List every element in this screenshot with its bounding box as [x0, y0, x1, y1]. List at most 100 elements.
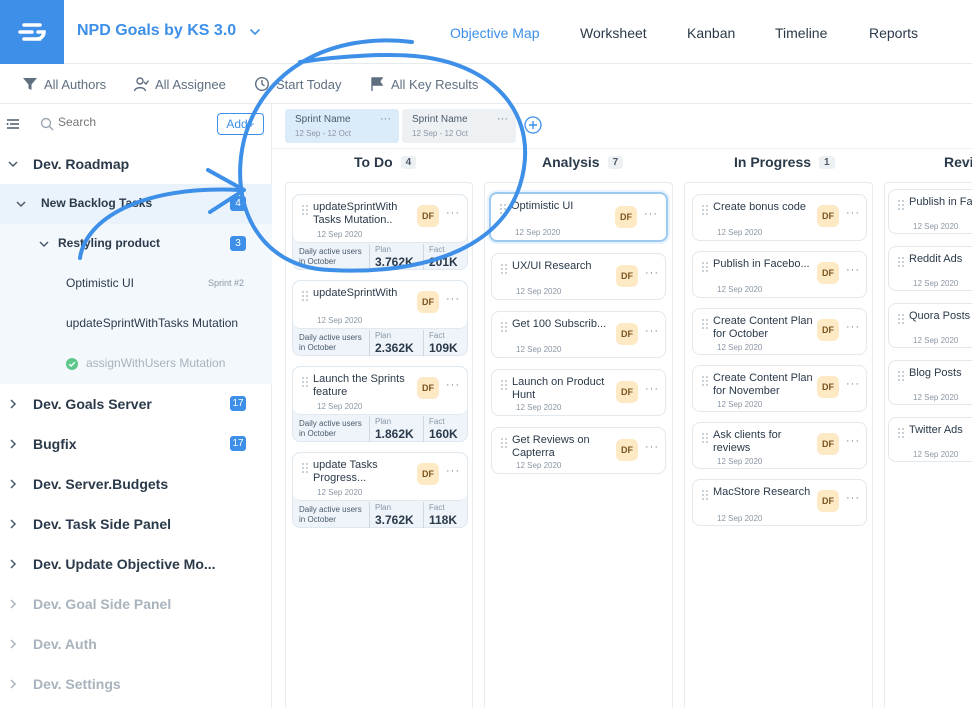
tab-worksheet[interactable]: Worksheet [580, 25, 647, 41]
project-title[interactable]: NPD Goals by KS 3.0 [77, 22, 236, 40]
avatar[interactable]: DF [817, 205, 839, 227]
more-icon[interactable]: ··· [846, 435, 860, 447]
add-sprint-icon[interactable] [524, 116, 542, 134]
tree-item-dev-auth[interactable]: Dev. Auth [0, 624, 272, 664]
more-icon[interactable]: ··· [446, 379, 460, 391]
tree-item-dev-update-objective[interactable]: Dev. Update Objective Mo... [0, 544, 272, 584]
task-card[interactable]: Publish in Fa 12 Sep 2020 [888, 189, 972, 234]
drag-handle-icon[interactable] [702, 490, 708, 500]
task-card[interactable]: Optimistic UI 12 Sep 2020 DF ··· [489, 192, 668, 242]
drag-handle-icon[interactable] [500, 204, 506, 214]
avatar[interactable]: DF [616, 381, 638, 403]
chevron-right-icon[interactable] [7, 598, 19, 610]
more-icon[interactable]: ··· [846, 492, 860, 504]
chevron-down-icon[interactable] [248, 25, 262, 39]
avatar[interactable]: DF [417, 291, 439, 313]
avatar[interactable]: DF [817, 376, 839, 398]
tree-item-dev-server-budgets[interactable]: Dev. Server.Budgets [0, 464, 272, 504]
list-icon[interactable] [6, 117, 20, 131]
tree-item-dev-task-side-panel[interactable]: Dev. Task Side Panel [0, 504, 272, 544]
filter-start[interactable]: Start Today [254, 76, 342, 92]
app-logo[interactable] [0, 0, 64, 64]
chevron-down-icon[interactable] [15, 198, 27, 210]
drag-handle-icon[interactable] [702, 205, 708, 215]
tree-item-update-sprint[interactable]: updateSprintWithTasks Mutation [0, 304, 272, 344]
avatar[interactable]: DF [817, 262, 839, 284]
task-card[interactable]: Quora Posts 12 Sep 2020 [888, 303, 972, 348]
more-icon[interactable]: ··· [645, 325, 659, 337]
add-button[interactable]: Add+ [217, 113, 264, 135]
avatar[interactable]: DF [417, 205, 439, 227]
more-icon[interactable]: ··· [446, 207, 460, 219]
drag-handle-icon[interactable] [302, 377, 308, 387]
drag-handle-icon[interactable] [898, 371, 904, 381]
tree-item-dev-goal-side-panel[interactable]: Dev. Goal Side Panel [0, 584, 272, 624]
filter-key-results[interactable]: All Key Results [369, 76, 478, 92]
chevron-right-icon[interactable] [7, 638, 19, 650]
avatar[interactable]: DF [616, 439, 638, 461]
search-input[interactable] [58, 115, 208, 129]
tab-timeline[interactable]: Timeline [775, 25, 827, 41]
task-card[interactable]: Blog Posts 12 Sep 2020 [888, 360, 972, 405]
tree-item-optimistic-ui[interactable]: Optimistic UI Sprint #2 [0, 264, 272, 304]
drag-handle-icon[interactable] [501, 264, 507, 274]
chevron-right-icon[interactable] [7, 678, 19, 690]
tree-item-dev-goals-server[interactable]: Dev. Goals Server 17 [0, 384, 272, 424]
drag-handle-icon[interactable] [898, 200, 904, 210]
avatar[interactable]: DF [817, 433, 839, 455]
more-icon[interactable]: ··· [645, 267, 659, 279]
task-card[interactable]: Create Content Plan for October 12 Sep 2… [692, 308, 867, 355]
tree-item-dev-roadmap[interactable]: Dev. Roadmap [0, 144, 272, 184]
drag-handle-icon[interactable] [702, 319, 708, 329]
more-icon[interactable]: ··· [644, 208, 658, 220]
chevron-right-icon[interactable] [7, 518, 19, 530]
more-icon[interactable]: ··· [846, 321, 860, 333]
tree-item-assign-users[interactable]: assignWithUsers Mutation [0, 344, 272, 384]
avatar[interactable]: DF [417, 377, 439, 399]
filter-assignee[interactable]: All Assignee [133, 76, 226, 92]
task-card[interactable]: Publish in Facebo... 12 Sep 2020 DF ··· [692, 251, 867, 298]
task-card[interactable]: Get Reviews on Capterra 12 Sep 2020 DF ·… [491, 427, 666, 474]
task-card[interactable]: MacStore Research 12 Sep 2020 DF ··· [692, 479, 867, 526]
task-card[interactable]: UX/UI Research 12 Sep 2020 DF ··· [491, 253, 666, 300]
drag-handle-icon[interactable] [302, 463, 308, 473]
more-icon[interactable]: ··· [645, 383, 659, 395]
drag-handle-icon[interactable] [898, 257, 904, 267]
drag-handle-icon[interactable] [302, 205, 308, 215]
more-icon[interactable]: ··· [645, 441, 659, 453]
task-card[interactable]: Launch on Product Hunt 12 Sep 2020 DF ··… [491, 369, 666, 416]
drag-handle-icon[interactable] [302, 291, 308, 301]
avatar[interactable]: DF [417, 463, 439, 485]
drag-handle-icon[interactable] [501, 380, 507, 390]
tree-item-bugfix[interactable]: Bugfix 17 [0, 424, 272, 464]
tree-item-new-backlog-tasks[interactable]: New Backlog Tasks 4 [0, 184, 272, 224]
more-icon[interactable]: ··· [846, 207, 860, 219]
drag-handle-icon[interactable] [501, 322, 507, 332]
more-icon[interactable]: ··· [846, 378, 860, 390]
drag-handle-icon[interactable] [898, 314, 904, 324]
tab-reports[interactable]: Reports [869, 25, 918, 41]
more-icon[interactable]: ··· [446, 465, 460, 477]
task-card[interactable]: Get 100 Subscrib... 12 Sep 2020 DF ··· [491, 311, 666, 358]
more-icon[interactable]: ··· [497, 113, 508, 125]
chevron-right-icon[interactable] [7, 558, 19, 570]
avatar[interactable]: DF [615, 206, 637, 228]
drag-handle-icon[interactable] [702, 262, 708, 272]
sprint-tab[interactable]: Sprint Name 12 Sep - 12 Oct ··· [285, 109, 399, 143]
avatar[interactable]: DF [817, 319, 839, 341]
tree-item-restyling-product[interactable]: Restyling product 3 [0, 224, 272, 264]
drag-handle-icon[interactable] [702, 433, 708, 443]
task-card[interactable]: Create bonus code 12 Sep 2020 DF ··· [692, 194, 867, 241]
task-card[interactable]: Ask clients for reviews 12 Sep 2020 DF ·… [692, 422, 867, 469]
task-card[interactable]: Launch the Sprints feature 12 Sep 2020 D… [292, 366, 468, 442]
task-card[interactable]: updateSprintWith 12 Sep 2020 DF ··· Dail… [292, 280, 468, 356]
task-card[interactable]: update Tasks Progress... 12 Sep 2020 DF … [292, 452, 468, 528]
chevron-right-icon[interactable] [7, 478, 19, 490]
chevron-right-icon[interactable] [7, 398, 19, 410]
tree-item-dev-settings[interactable]: Dev. Settings [0, 664, 272, 704]
tab-objective-map[interactable]: Objective Map [450, 25, 539, 41]
drag-handle-icon[interactable] [898, 428, 904, 438]
drag-handle-icon[interactable] [501, 438, 507, 448]
avatar[interactable]: DF [616, 265, 638, 287]
tab-kanban[interactable]: Kanban [687, 25, 735, 41]
